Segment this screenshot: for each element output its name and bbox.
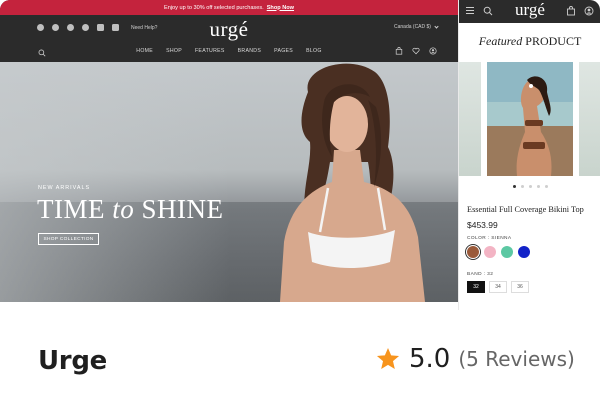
headline-part-2: to	[112, 194, 135, 224]
nav-brands[interactable]: BRANDS	[238, 48, 261, 54]
size-option[interactable]: 32	[467, 281, 485, 293]
product-gallery[interactable]	[459, 62, 600, 176]
gallery-dot[interactable]	[520, 185, 524, 188]
gallery-dots	[459, 185, 600, 188]
nav-blog[interactable]: BLOG	[306, 48, 322, 54]
nav-home[interactable]: HOME	[136, 48, 153, 54]
user-icon[interactable]	[584, 6, 594, 16]
hero-banner: NEW ARRIVALS TIME to SHINE SHOP COLLECTI…	[0, 62, 458, 302]
mobile-header: urgé	[459, 0, 600, 23]
featured-heading: Featured PRODUCT	[459, 34, 600, 49]
promo-link[interactable]: Shop Now	[267, 5, 294, 11]
color-swatches	[467, 246, 530, 258]
site-header: Need Help? urgé Canada (CAD $) HOME SHOP…	[0, 15, 458, 62]
product-word: PRODUCT	[522, 34, 582, 48]
gallery-dot[interactable]	[544, 185, 548, 188]
star-icon	[376, 347, 400, 369]
mobile-preview: urgé Featured PRODUCT Essential Full Cov…	[458, 0, 600, 310]
menu-icon[interactable]	[466, 7, 474, 16]
gallery-prev-image[interactable]	[459, 62, 481, 176]
product-price: $453.99	[467, 220, 498, 230]
gallery-next-image[interactable]	[579, 62, 600, 176]
rating: 5.0 (5 Reviews)	[375, 344, 575, 374]
swatch-pink[interactable]	[484, 246, 496, 258]
gallery-main-image[interactable]	[487, 62, 573, 176]
nav-pages[interactable]: PAGES	[274, 48, 293, 54]
bag-icon[interactable]	[566, 6, 576, 16]
hero-kicker: NEW ARRIVALS	[38, 185, 91, 191]
chevron-down-icon	[434, 23, 439, 29]
currency-selector[interactable]: Canada (CAD $)	[394, 23, 439, 30]
currency-label: Canada (CAD $)	[394, 24, 431, 30]
product-title[interactable]: Essential Full Coverage Bikini Top	[467, 205, 584, 214]
theme-title: Urge	[38, 346, 107, 376]
headline-part-3: SHINE	[134, 194, 224, 224]
header-actions	[395, 47, 437, 55]
size-option[interactable]: 34	[489, 281, 507, 293]
product-model-image	[487, 62, 573, 176]
swatch-mint[interactable]	[501, 246, 513, 258]
swatch-blue[interactable]	[518, 246, 530, 258]
gallery-dot[interactable]	[512, 185, 516, 188]
hero-haze	[0, 62, 230, 302]
bag-icon[interactable]	[395, 47, 403, 55]
mobile-logo[interactable]: urgé	[515, 0, 545, 20]
rating-score: 5.0	[409, 344, 451, 374]
user-icon[interactable]	[429, 47, 437, 55]
band-label: BAND : 32	[467, 272, 494, 277]
shop-collection-button[interactable]: SHOP COLLECTION	[38, 233, 99, 245]
headline-part-1: TIME	[37, 194, 113, 224]
heart-icon[interactable]	[412, 47, 420, 55]
gallery-dot[interactable]	[536, 185, 540, 188]
main-nav: HOME SHOP FEATURES BRANDS PAGES BLOG	[0, 48, 458, 54]
hero-headline: TIME to SHINE	[37, 194, 224, 225]
nav-features[interactable]: FEATURES	[195, 48, 225, 54]
desktop-preview: Enjoy up to 30% off selected purchases. …	[0, 0, 458, 302]
search-icon[interactable]	[483, 6, 493, 16]
size-option[interactable]: 36	[511, 281, 529, 293]
swatch-sienna[interactable]	[467, 246, 479, 258]
hero-model-image	[280, 63, 425, 302]
site-logo[interactable]: urgé	[0, 17, 458, 42]
band-sizes: 32 34 36	[467, 281, 529, 293]
nav-shop[interactable]: SHOP	[166, 48, 182, 54]
theme-card: Enjoy up to 30% off selected purchases. …	[0, 0, 600, 419]
promo-bar: Enjoy up to 30% off selected purchases. …	[0, 0, 458, 15]
promo-text: Enjoy up to 30% off selected purchases.	[163, 4, 264, 11]
color-label: COLOR : SIENNA	[467, 236, 512, 241]
review-count[interactable]: (5 Reviews)	[458, 347, 574, 371]
featured-word: Featured	[478, 34, 523, 48]
gallery-dot[interactable]	[528, 185, 532, 188]
